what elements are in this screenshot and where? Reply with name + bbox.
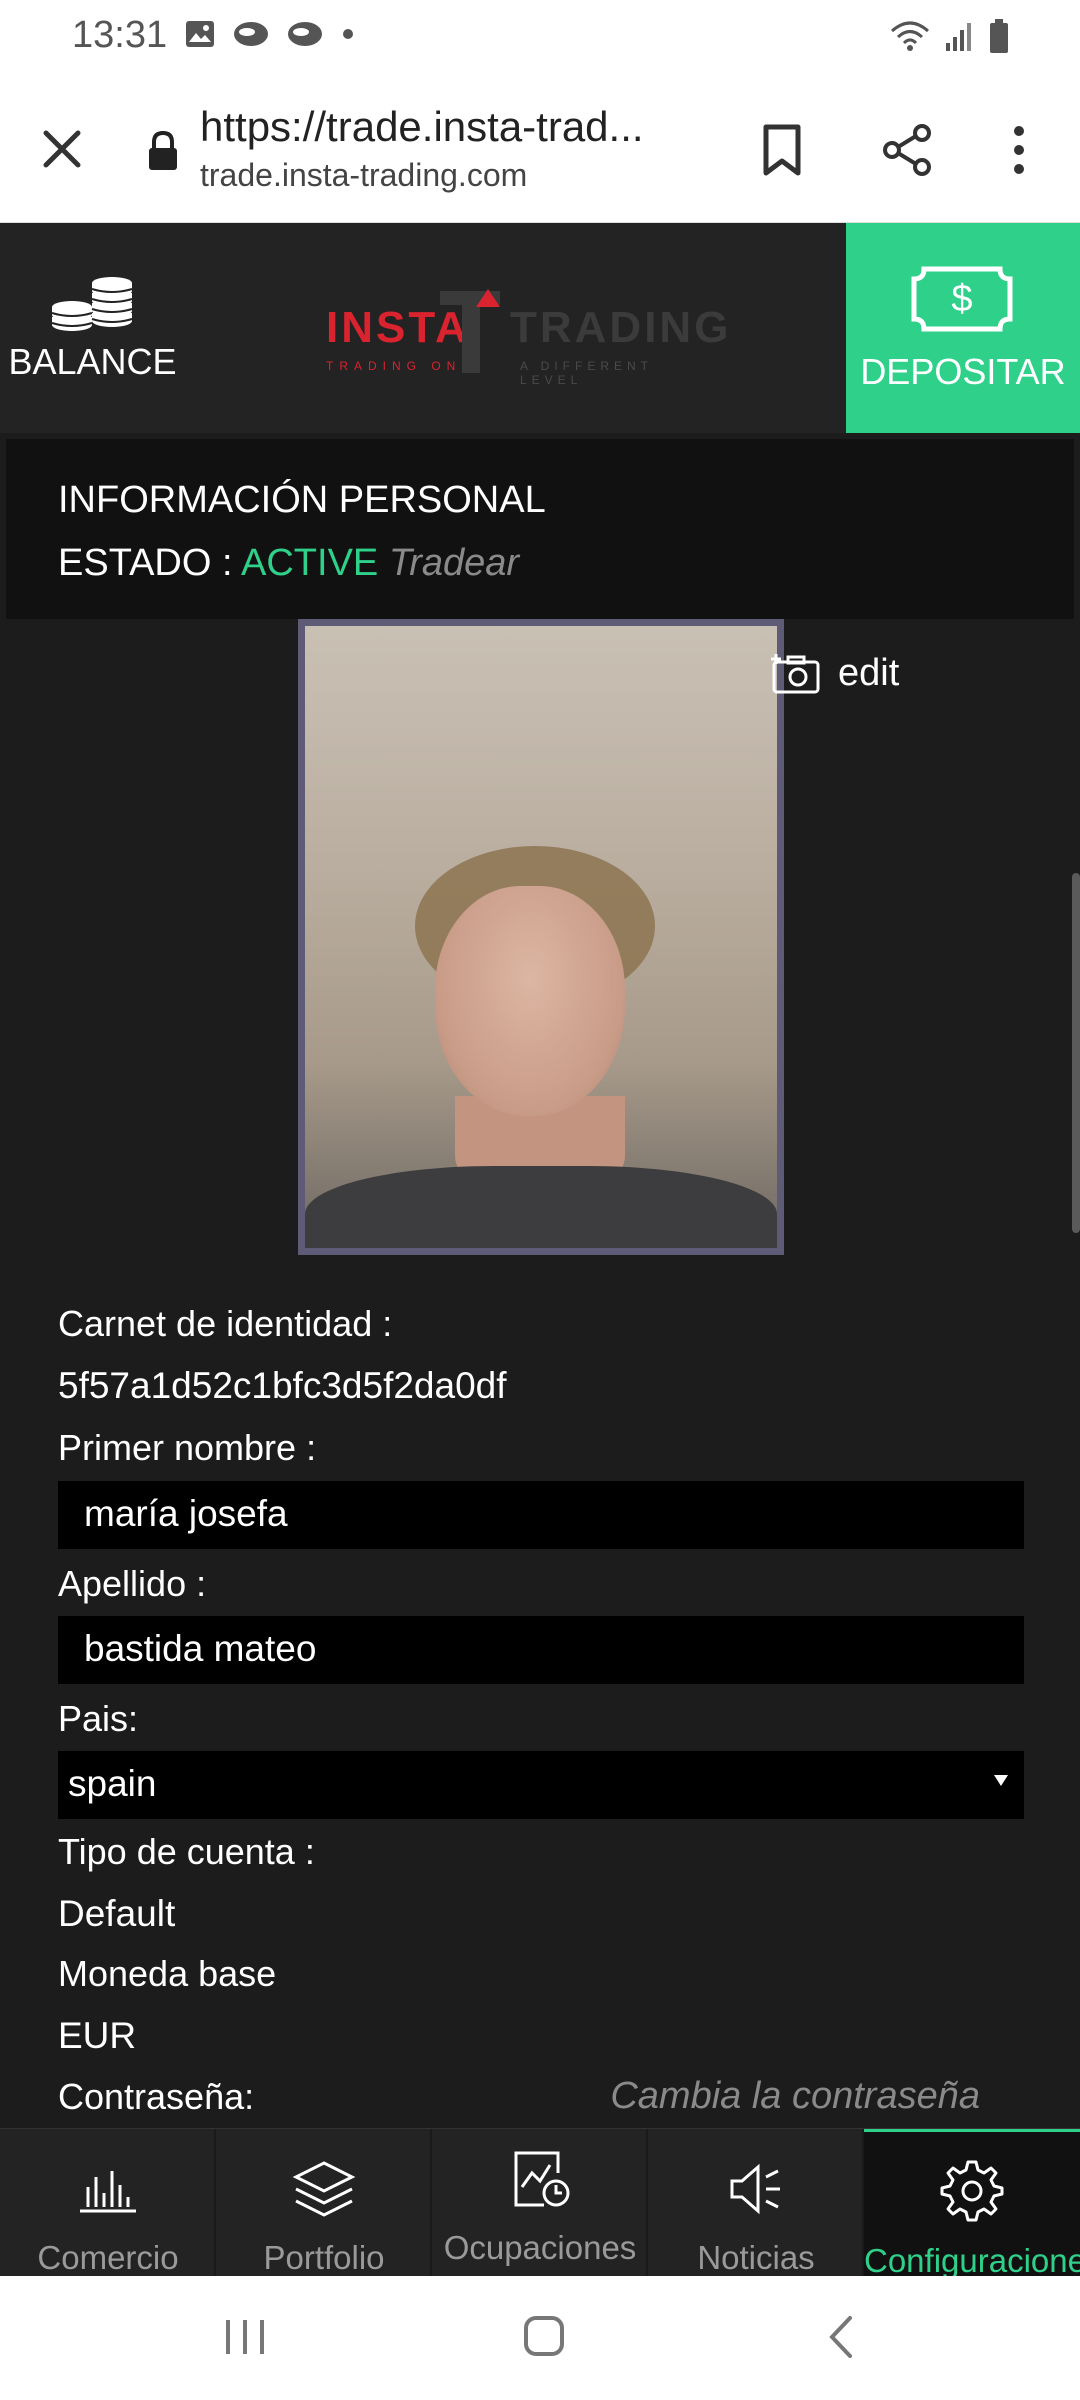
nav-label-noticias: Noticias bbox=[697, 2239, 815, 2276]
photo-sweater bbox=[305, 1166, 777, 1248]
cloud-icon bbox=[234, 22, 268, 46]
insta-trading-logo: INSTA TRADING TRADING ON A DIFFERENT LEV… bbox=[320, 283, 728, 387]
logo-tagline-left: TRADING ON bbox=[326, 359, 462, 373]
bottom-navigation: Comercio Portfolio Ocupaciones Noticias … bbox=[0, 2128, 1080, 2277]
edit-photo-button[interactable]: edit bbox=[770, 648, 910, 698]
profile-content[interactable]: INFORMACIÓN PERSONAL ESTADO : ACTIVE Tra… bbox=[0, 433, 1080, 2128]
more-options-icon[interactable] bbox=[1004, 123, 1034, 177]
close-icon[interactable] bbox=[38, 125, 86, 173]
cloud-icon bbox=[288, 22, 322, 46]
nav-item-comercio[interactable]: Comercio bbox=[0, 2129, 216, 2277]
account-type-value: Default bbox=[58, 1893, 176, 1934]
nav-item-noticias[interactable]: Noticias bbox=[648, 2129, 864, 2277]
deposit-label: DEPOSITAR bbox=[860, 351, 1066, 392]
currency-label: Moneda base bbox=[58, 1953, 277, 1994]
status-bar: 13:31 bbox=[0, 0, 1080, 75]
logo-trading-text: TRADING bbox=[510, 303, 732, 352]
currency-value: EUR bbox=[58, 2015, 137, 2056]
change-password-link[interactable]: Cambia la contraseña bbox=[610, 2075, 980, 2118]
status-label: ESTADO : bbox=[58, 542, 233, 584]
layers-icon bbox=[292, 2161, 356, 2217]
nav-item-portfolio[interactable]: Portfolio bbox=[216, 2129, 432, 2277]
signal-icon bbox=[946, 23, 971, 51]
first-name-field[interactable]: maría josefa bbox=[58, 1481, 1024, 1549]
edit-label: edit bbox=[838, 651, 900, 694]
back-icon[interactable] bbox=[826, 2314, 856, 2360]
nav-label-portfolio: Portfolio bbox=[263, 2239, 385, 2276]
lock-icon[interactable] bbox=[146, 131, 180, 171]
photo-face bbox=[435, 886, 625, 1116]
last-name-field[interactable]: bastida mateo bbox=[58, 1616, 1024, 1684]
bar-chart-icon bbox=[80, 2171, 136, 2213]
first-name-label: Primer nombre : bbox=[58, 1427, 317, 1468]
account-status: ESTADO : ACTIVE Tradear bbox=[58, 542, 519, 585]
dollar-bill-icon: $ bbox=[911, 266, 1013, 332]
svg-text:$: $ bbox=[951, 278, 972, 320]
url-text[interactable]: https://trade.insta-trad... bbox=[200, 103, 700, 151]
password-label: Contraseña: bbox=[58, 2076, 255, 2117]
coins-icon bbox=[51, 277, 133, 331]
bookmark-icon[interactable] bbox=[760, 123, 804, 177]
system-status-icons bbox=[890, 18, 1010, 54]
country-select[interactable]: spain bbox=[58, 1751, 1024, 1819]
section-title: INFORMACIÓN PERSONAL bbox=[58, 479, 546, 521]
battery-icon bbox=[990, 19, 1008, 53]
nav-label-configuraciones: Configuraciones bbox=[864, 2242, 1080, 2277]
dot-icon bbox=[343, 29, 353, 39]
account-type-label: Tipo de cuenta : bbox=[58, 1831, 315, 1872]
browser-toolbar: https://trade.insta-trad... trade.insta-… bbox=[0, 75, 1080, 223]
id-value: 5f57a1d52c1bfc3d5f2da0df bbox=[58, 1365, 507, 1406]
nav-item-configuraciones[interactable]: Configuraciones bbox=[864, 2129, 1080, 2277]
gear-icon bbox=[940, 2160, 1004, 2222]
app-header: BALANCE INSTA TRADING TRADING ON A DIFFE… bbox=[0, 223, 1080, 433]
system-navigation-bar bbox=[0, 2276, 1080, 2400]
last-name-label: Apellido : bbox=[58, 1563, 207, 1604]
first-name-value: maría josefa bbox=[84, 1493, 288, 1534]
country-value: spain bbox=[68, 1763, 157, 1804]
balance-button[interactable]: BALANCE bbox=[0, 223, 185, 433]
nav-label-comercio: Comercio bbox=[37, 2239, 179, 2276]
wifi-icon bbox=[891, 21, 929, 51]
nav-label-ocupaciones: Ocupaciones bbox=[443, 2229, 637, 2266]
gallery-icon bbox=[186, 21, 214, 47]
url-domain[interactable]: trade.insta-trading.com bbox=[200, 157, 527, 194]
personal-info-header: INFORMACIÓN PERSONAL ESTADO : ACTIVE Tra… bbox=[6, 439, 1074, 619]
home-icon[interactable] bbox=[522, 2314, 566, 2358]
app-screen: 13:31 https://trade.insta-trad... trade.… bbox=[0, 0, 1080, 2400]
share-icon[interactable] bbox=[880, 123, 934, 177]
megaphone-icon bbox=[730, 2163, 780, 2215]
profile-photo bbox=[298, 619, 784, 1255]
last-name-value: bastida mateo bbox=[84, 1628, 317, 1669]
scrollbar[interactable] bbox=[1072, 873, 1080, 1233]
clock-chart-icon bbox=[514, 2151, 570, 2207]
deposit-button[interactable]: $ DEPOSITAR bbox=[846, 223, 1080, 433]
notification-icons bbox=[185, 20, 355, 48]
id-label: Carnet de identidad : bbox=[58, 1303, 393, 1344]
country-label: Pais: bbox=[58, 1698, 139, 1739]
nav-item-ocupaciones[interactable]: Ocupaciones bbox=[432, 2129, 648, 2277]
logo-tagline-right: A DIFFERENT LEVEL bbox=[520, 359, 653, 387]
chevron-down-icon bbox=[994, 1775, 1008, 1786]
profile-photo-image bbox=[305, 626, 777, 1248]
trade-link[interactable]: Tradear bbox=[389, 542, 519, 584]
recent-apps-icon[interactable] bbox=[222, 2316, 268, 2358]
add-photo-icon bbox=[771, 654, 820, 694]
balance-label: BALANCE bbox=[8, 341, 177, 382]
status-time: 13:31 bbox=[72, 14, 168, 56]
status-active: ACTIVE bbox=[241, 542, 379, 584]
